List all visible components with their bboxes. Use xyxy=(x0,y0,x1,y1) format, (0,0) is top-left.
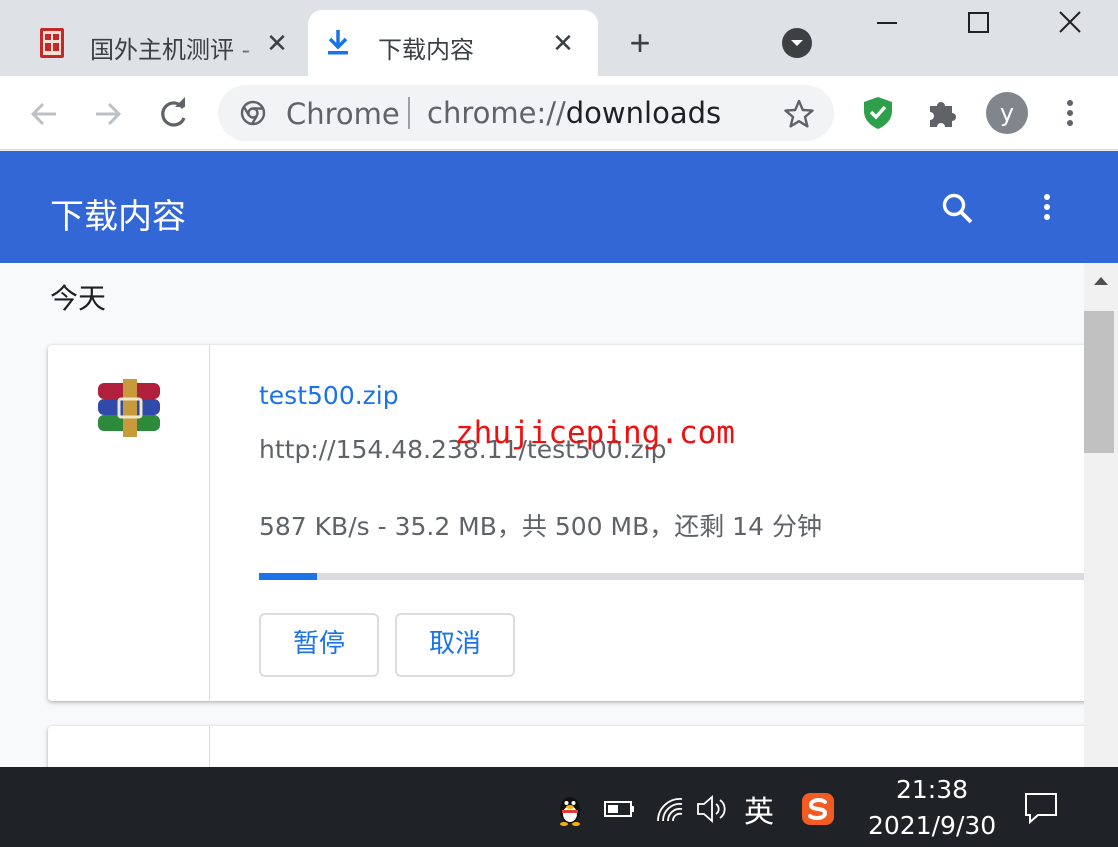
downloads-list: 今天 test500.zip http://154.48.238.11/test… xyxy=(0,263,1084,767)
progress-bar xyxy=(259,573,1084,580)
clock-date[interactable]: 2021/9/30 xyxy=(868,811,996,840)
wifi-icon[interactable] xyxy=(652,791,688,827)
downloads-header: 下载内容 xyxy=(0,151,1118,263)
url-path: downloads xyxy=(565,96,722,130)
browser-menu-icon[interactable] xyxy=(1058,96,1082,130)
page-title: 下载内容 xyxy=(50,197,186,237)
reload-button[interactable] xyxy=(153,94,193,134)
site-favicon-icon xyxy=(40,28,64,58)
progress-bar-fill xyxy=(259,573,318,580)
tab-title: 下载内容 xyxy=(378,36,474,64)
tab-close-icon[interactable]: ✕ xyxy=(548,28,578,58)
arrow-left-icon xyxy=(30,102,56,126)
scrollbar[interactable] xyxy=(1084,263,1118,767)
omnibox-separator xyxy=(408,97,410,129)
url-scheme: chrome:// xyxy=(427,96,566,130)
origin-chip: Chrome xyxy=(286,97,400,131)
profile-avatar[interactable]: y xyxy=(986,92,1028,134)
back-button[interactable] xyxy=(24,94,64,134)
forward-button[interactable] xyxy=(88,94,128,134)
tab-site[interactable]: 国外主机测评 - ✕ xyxy=(22,10,302,76)
windows-taskbar: 英 21:38 2021/9/30 xyxy=(0,767,1118,847)
cancel-button[interactable]: 取消 xyxy=(395,613,515,677)
card-divider xyxy=(209,345,210,701)
tab-close-icon[interactable]: ✕ xyxy=(262,28,292,58)
minimize-button[interactable] xyxy=(866,8,906,38)
extensions-puzzle-icon[interactable] xyxy=(926,96,960,130)
reload-icon xyxy=(161,97,186,127)
download-icon xyxy=(326,28,350,58)
sogou-input-icon[interactable] xyxy=(800,791,836,827)
pause-button[interactable]: 暂停 xyxy=(259,613,379,677)
search-icon[interactable] xyxy=(940,191,976,227)
download-status: 587 KB/s - 35.2 MB，共 500 MB，还剩 14 分钟 xyxy=(259,512,822,541)
download-item xyxy=(48,726,1084,767)
maximize-icon xyxy=(968,12,989,33)
address-bar[interactable]: Chrome chrome://downloads xyxy=(218,85,834,141)
more-options-icon[interactable] xyxy=(1034,191,1060,227)
maximize-button[interactable] xyxy=(958,8,998,38)
notification-center-icon[interactable] xyxy=(1022,789,1060,827)
scrollbar-thumb[interactable] xyxy=(1084,311,1114,453)
card-divider xyxy=(209,726,210,767)
file-name-link[interactable]: test500.zip xyxy=(259,381,399,410)
download-item: test500.zip http://154.48.238.11/test500… xyxy=(48,345,1084,701)
bookmark-star-icon[interactable] xyxy=(782,97,816,131)
close-window-button[interactable] xyxy=(1050,8,1090,38)
qq-penguin-icon[interactable] xyxy=(552,791,588,827)
arrow-right-icon xyxy=(96,102,122,126)
url-text[interactable]: chrome://downloads xyxy=(427,96,721,130)
battery-icon[interactable] xyxy=(602,791,638,827)
tab-strip: 国外主机测评 - ✕ 下载内容 ✕ + xyxy=(0,0,1118,76)
tab-downloads[interactable]: 下载内容 ✕ xyxy=(308,10,598,76)
winrar-archive-icon xyxy=(96,379,162,437)
chevron-down-icon xyxy=(791,40,803,46)
browser-toolbar: Chrome chrome://downloads y xyxy=(0,76,1118,150)
date-group-label: 今天 xyxy=(50,282,107,315)
shield-extension-icon[interactable] xyxy=(860,95,896,131)
watermark-text: zhujiceping.com xyxy=(455,415,735,451)
input-method-indicator[interactable]: 英 xyxy=(744,787,774,831)
tab-title: 国外主机测评 - xyxy=(90,36,251,64)
volume-icon[interactable] xyxy=(694,791,730,827)
scroll-up-arrow-icon[interactable] xyxy=(1094,277,1108,285)
tab-search-button[interactable] xyxy=(782,28,812,58)
new-tab-button[interactable]: + xyxy=(620,24,660,64)
chrome-logo-icon xyxy=(240,100,266,126)
browser-window: 国外主机测评 - ✕ 下载内容 ✕ + Chrome chrome://down… xyxy=(0,0,1118,847)
minimize-icon xyxy=(877,22,897,24)
close-icon xyxy=(1059,11,1081,33)
clock-time[interactable]: 21:38 xyxy=(896,775,968,804)
